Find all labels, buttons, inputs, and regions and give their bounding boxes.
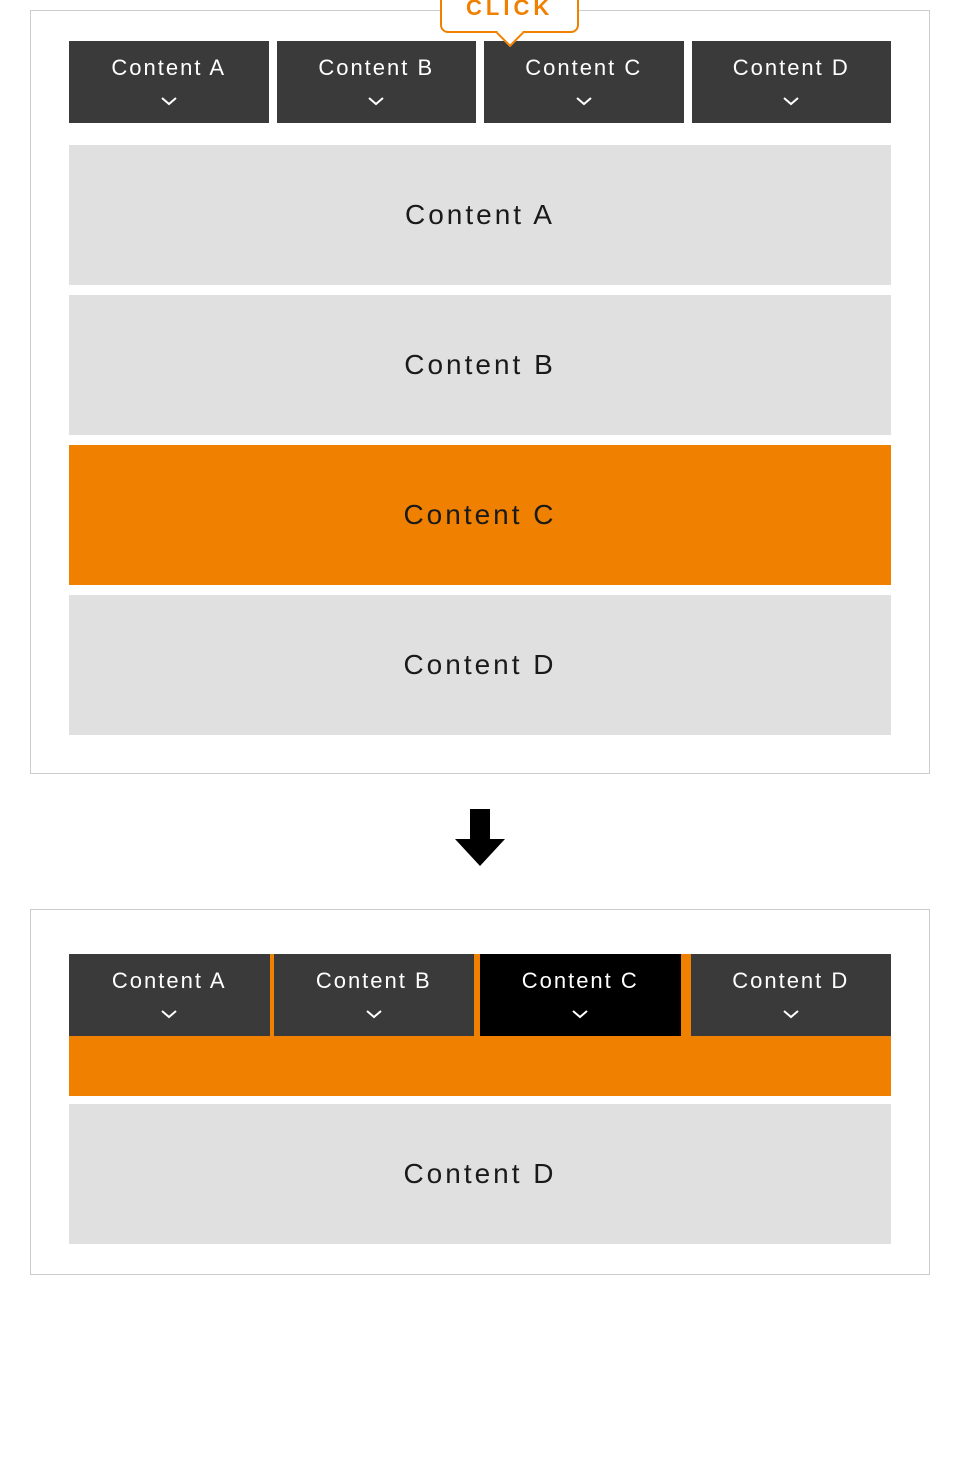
content-block-label: Content D (403, 1158, 556, 1189)
content-block-d[interactable]: Content D (69, 595, 891, 735)
content-block-b[interactable]: Content B (69, 295, 891, 435)
tab-row-after: Content A Content B Content C Content D (69, 954, 891, 1036)
active-content-strip (69, 1036, 891, 1096)
chevron-down-icon (281, 87, 473, 113)
tab-label: Content B (318, 55, 434, 80)
tab-content-d[interactable]: Content D (692, 41, 892, 123)
content-block-label: Content D (403, 649, 556, 680)
content-block-a[interactable]: Content A (69, 145, 891, 285)
chevron-down-icon (695, 1000, 888, 1026)
content-block-label: Content B (404, 349, 556, 380)
tab-content-a[interactable]: Content A (69, 41, 269, 123)
click-callout-label: CLICK (466, 0, 553, 20)
tab-label: Content D (733, 55, 850, 80)
arrow-down-icon (0, 804, 960, 879)
tab-label: Content D (732, 968, 849, 993)
chevron-down-icon (484, 1000, 677, 1026)
tab-content-c-active[interactable]: Content C (474, 954, 687, 1036)
content-block-c[interactable]: Content C (69, 445, 891, 585)
chevron-down-icon (73, 1000, 266, 1026)
content-block-d[interactable]: Content D (69, 1104, 891, 1244)
tab-content-d[interactable]: Content D (687, 954, 892, 1036)
tab-content-c[interactable]: Content C (484, 41, 684, 123)
content-block-label: Content C (403, 499, 556, 530)
before-state-panel: CLICK Content A Content B Content C Cont… (30, 10, 930, 774)
tab-content-b[interactable]: Content B (270, 954, 475, 1036)
tab-content-b[interactable]: Content B (277, 41, 477, 123)
chevron-down-icon (488, 87, 680, 113)
click-callout: CLICK (440, 0, 579, 33)
tab-content-a[interactable]: Content A (69, 954, 270, 1036)
chevron-down-icon (278, 1000, 471, 1026)
tab-label: Content A (112, 968, 227, 993)
after-state-panel: Content A Content B Content C Content D (30, 909, 930, 1275)
chevron-down-icon (696, 87, 888, 113)
chevron-down-icon (73, 87, 265, 113)
content-block-label: Content A (405, 199, 555, 230)
tab-row-before: Content A Content B Content C Content D (69, 41, 891, 123)
tab-label: Content C (525, 55, 642, 80)
tab-label: Content A (111, 55, 226, 80)
tab-label: Content B (316, 968, 432, 993)
tab-label: Content C (522, 968, 639, 993)
